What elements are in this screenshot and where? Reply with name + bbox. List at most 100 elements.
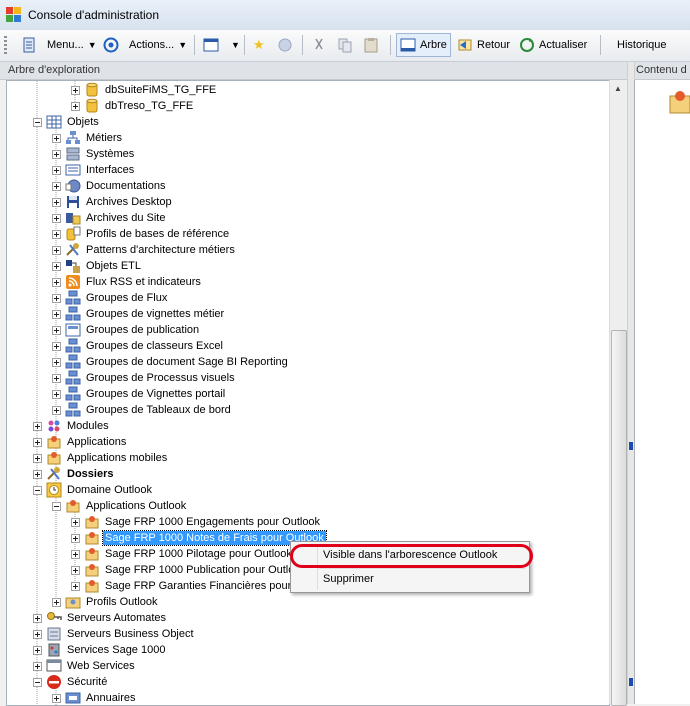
expand-icon[interactable] <box>52 261 61 271</box>
scrollbar-thumb[interactable] <box>611 330 627 706</box>
tree-item-archives-site[interactable]: Archives du Site <box>52 210 167 226</box>
tree-item-documentations[interactable]: Documentations <box>52 178 168 194</box>
tree-item-groupes-tableaux[interactable]: Groupes de Tableaux de bord <box>52 402 233 418</box>
expand-icon[interactable] <box>52 373 61 383</box>
tree-item-dbsuitefims[interactable]: dbSuiteFiMS_TG_FFE <box>71 82 218 98</box>
tree-item-patterns[interactable]: Patterns d'architecture métiers <box>52 242 237 258</box>
tree-item-engagements[interactable]: Sage FRP 1000 Engagements pour Outlook <box>71 514 322 530</box>
expand-icon[interactable] <box>52 597 61 607</box>
expand-icon[interactable] <box>33 629 42 639</box>
expand-icon[interactable] <box>71 85 80 95</box>
view-button[interactable]: ▼ <box>200 34 243 56</box>
tree-item-label: Sage FRP 1000 Publication pour Outlo <box>105 564 295 576</box>
tree-item-dbtreso[interactable]: dbTreso_TG_FFE <box>71 98 195 114</box>
expand-icon[interactable] <box>52 229 61 239</box>
expand-icon[interactable] <box>71 517 80 527</box>
expand-icon[interactable] <box>71 533 80 543</box>
expand-icon[interactable] <box>52 293 61 303</box>
expand-icon[interactable] <box>33 645 42 655</box>
expand-icon[interactable] <box>71 581 80 591</box>
tree-item-modules[interactable]: Modules <box>33 418 111 434</box>
exploration-tree[interactable]: dbSuiteFiMS_TG_FFE dbTreso_TG_FFE Objets… <box>6 80 610 706</box>
expand-icon[interactable] <box>52 197 61 207</box>
tree-item-objets[interactable]: Objets <box>33 114 101 130</box>
expand-icon[interactable] <box>52 693 61 703</box>
tree-item-systemes[interactable]: Systèmes <box>52 146 136 162</box>
globe-button[interactable] <box>274 34 296 56</box>
expand-icon[interactable] <box>52 165 61 175</box>
collapse-icon[interactable] <box>52 501 61 511</box>
tree-item-groupes-flux[interactable]: Groupes de Flux <box>52 290 169 306</box>
tree-item-groupes-vignettes-portail[interactable]: Groupes de Vignettes portail <box>52 386 227 402</box>
expand-icon[interactable] <box>52 309 61 319</box>
tree-item-publication[interactable]: Sage FRP 1000 Publication pour Outlo <box>71 562 296 578</box>
tree-item-applications-outlook[interactable]: Applications Outlook <box>52 498 188 514</box>
tree-scrollbar[interactable]: ▲ <box>609 80 627 706</box>
expand-icon[interactable] <box>52 389 61 399</box>
expand-icon[interactable] <box>71 549 80 559</box>
expand-icon[interactable] <box>33 661 42 671</box>
expand-icon[interactable] <box>52 405 61 415</box>
scroll-up-icon[interactable]: ▲ <box>614 84 622 93</box>
expand-icon[interactable] <box>71 565 80 575</box>
expand-icon[interactable] <box>33 453 42 463</box>
tree-item-profils-bases[interactable]: Profils de bases de référence <box>52 226 231 242</box>
tree-item-groupes-publication[interactable]: Groupes de publication <box>52 322 201 338</box>
copy-button[interactable] <box>334 34 356 56</box>
expand-icon[interactable] <box>33 421 42 431</box>
collapse-icon[interactable] <box>33 485 42 495</box>
expand-icon[interactable] <box>52 181 61 191</box>
collapse-icon[interactable] <box>33 677 42 687</box>
refresh-button[interactable]: Actualiser <box>516 34 590 56</box>
tree-item-domaine-outlook[interactable]: Domaine Outlook <box>33 482 154 498</box>
expand-icon[interactable] <box>52 149 61 159</box>
cut-button[interactable] <box>308 34 330 56</box>
tree-item-groupes-sage-bi[interactable]: Groupes de document Sage BI Reporting <box>52 354 290 370</box>
expand-icon[interactable] <box>52 133 61 143</box>
paste-button[interactable] <box>360 34 382 56</box>
back-button[interactable]: Retour <box>454 34 513 56</box>
tree-item-securite[interactable]: Sécurité <box>33 674 109 690</box>
collapse-left-icon[interactable] <box>629 678 633 686</box>
tree-item-services-sage[interactable]: Services Sage 1000 <box>33 642 167 658</box>
tree-item-pilotage[interactable]: Sage FRP 1000 Pilotage pour Outlook <box>71 546 294 562</box>
expand-icon[interactable] <box>52 325 61 335</box>
tree-button[interactable]: Arbre <box>396 33 451 57</box>
tree-item-applications-mobiles[interactable]: Applications mobiles <box>33 450 169 466</box>
collapse-icon[interactable] <box>33 117 42 127</box>
tree-item-flux-rss[interactable]: Flux RSS et indicateurs <box>52 274 203 290</box>
expand-icon[interactable] <box>52 277 61 287</box>
tree-item-serveurs-bo[interactable]: Serveurs Business Object <box>33 626 196 642</box>
tree-item-notes-de-frais[interactable]: Sage FRP 1000 Notes de Frais pour Outloo… <box>71 530 327 546</box>
tree-item-profils-outlook[interactable]: Profils Outlook <box>52 594 160 610</box>
favorite-button[interactable]: ★ <box>250 34 272 56</box>
toolbar-grip[interactable] <box>4 36 7 54</box>
tree-item-groupes-classeurs[interactable]: Groupes de classeurs Excel <box>52 338 225 354</box>
tree-item-serveurs-automates[interactable]: Serveurs Automates <box>33 610 168 626</box>
application-icon[interactable] <box>669 88 690 114</box>
application-icon <box>84 546 100 562</box>
tree-item-interfaces[interactable]: Interfaces <box>52 162 136 178</box>
expand-icon[interactable] <box>52 341 61 351</box>
menu-button[interactable]: Menu... ▼ <box>18 34 100 56</box>
expand-icon[interactable] <box>33 469 42 479</box>
delete-menu-item[interactable]: Supprimer <box>323 573 374 585</box>
actions-button[interactable]: Actions... ▼ <box>100 34 190 56</box>
expand-icon[interactable] <box>52 245 61 255</box>
tree-item-groupes-vignettes-metier[interactable]: Groupes de vignettes métier <box>52 306 226 322</box>
tree-item-groupes-processus[interactable]: Groupes de Processus visuels <box>52 370 237 386</box>
tree-item-dossiers[interactable]: Dossiers <box>33 466 115 482</box>
expand-icon[interactable] <box>52 213 61 223</box>
expand-icon[interactable] <box>33 613 42 623</box>
tree-item-garanties[interactable]: Sage FRP Garanties Financières pour ( <box>71 578 300 594</box>
expand-icon[interactable] <box>33 437 42 447</box>
history-button[interactable]: Historique <box>614 34 670 56</box>
tree-item-objets-etl[interactable]: Objets ETL <box>52 258 143 274</box>
tree-item-metiers[interactable]: Métiers <box>52 130 124 146</box>
tree-item-web-services[interactable]: Web Services <box>33 658 137 674</box>
tree-item-archives-desktop[interactable]: Archives Desktop <box>52 194 174 210</box>
collapse-left-icon[interactable] <box>629 442 633 450</box>
expand-icon[interactable] <box>71 101 80 111</box>
expand-icon[interactable] <box>52 357 61 367</box>
tree-item-applications[interactable]: Applications <box>33 434 128 450</box>
